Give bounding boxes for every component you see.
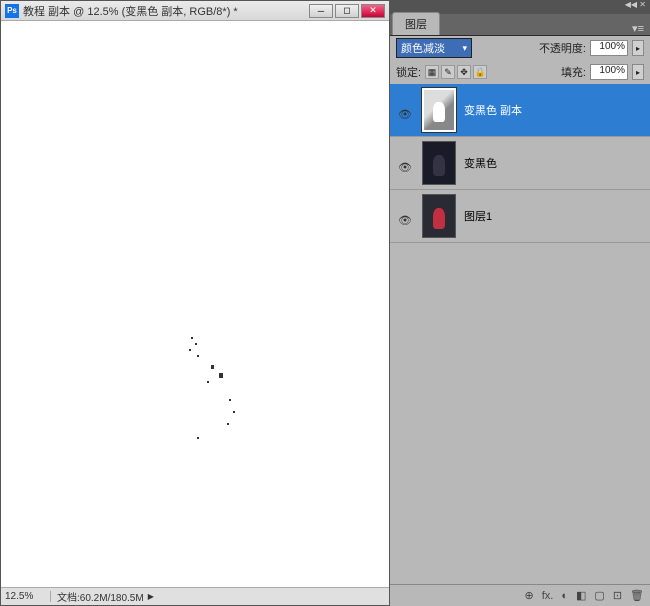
canvas[interactable]	[1, 21, 389, 587]
fill-label: 填充:	[561, 64, 586, 80]
lock-fill-row: 锁定: ▦ ✎ ✥ 🔒 填充: 100% ▸	[390, 60, 650, 84]
lock-all-icon[interactable]: 🔒	[473, 65, 487, 79]
footer-action-icon[interactable]: ⊡	[613, 589, 622, 602]
layers-panel: ◀◀ ✕ 图层 ▾≡ 颜色减淡 不透明度: 100% ▸ 锁定: ▦ ✎ ✥ 🔒…	[390, 0, 650, 606]
ps-icon: Ps	[5, 4, 19, 18]
eye-icon	[398, 105, 412, 115]
lock-icons: ▦ ✎ ✥ 🔒	[425, 65, 487, 79]
document-info[interactable]: 文档:60.2M/180.5M ▶	[51, 589, 160, 604]
document-titlebar[interactable]: Ps 教程 副本 @ 12.5% (变黑色 副本, RGB/8*) * ─ ◻ …	[1, 1, 389, 21]
fill-input[interactable]: 100%	[590, 64, 628, 80]
document-title: 教程 副本 @ 12.5% (变黑色 副本, RGB/8*) *	[23, 3, 309, 19]
close-button[interactable]: ✕	[361, 4, 385, 18]
footer-action-icon[interactable]: ▢	[594, 589, 604, 602]
document-window: Ps 教程 副本 @ 12.5% (变黑色 副本, RGB/8*) * ─ ◻ …	[0, 0, 390, 606]
layer-thumbnail[interactable]	[422, 141, 456, 185]
panel-footer: ⊕ fx. ◐ ◧ ▢ ⊡ 🗑	[390, 584, 650, 606]
visibility-toggle[interactable]	[396, 105, 414, 115]
tab-layers[interactable]: 图层	[392, 12, 440, 35]
layer-row[interactable]: 变黑色 副本	[390, 84, 650, 137]
zoom-input[interactable]: 12.5%	[1, 591, 51, 602]
panel-body: 颜色减淡 不透明度: 100% ▸ 锁定: ▦ ✎ ✥ 🔒 填充: 100% ▸…	[390, 36, 650, 606]
lock-pixels-icon[interactable]: ✎	[441, 65, 455, 79]
window-controls: ─ ◻ ✕	[309, 4, 385, 18]
layer-row[interactable]: 变黑色	[390, 137, 650, 190]
opacity-stepper[interactable]: ▸	[632, 40, 644, 56]
fill-stepper[interactable]: ▸	[632, 64, 644, 80]
panel-menu-icon[interactable]: ▾≡	[626, 22, 650, 35]
layer-thumbnail[interactable]	[422, 88, 456, 132]
document-statusbar: 12.5% 文档:60.2M/180.5M ▶	[1, 587, 389, 605]
visibility-toggle[interactable]	[396, 158, 414, 168]
layer-name[interactable]: 变黑色 副本	[464, 102, 522, 118]
layers-list: 变黑色 副本变黑色图层1	[390, 84, 650, 584]
eye-icon	[398, 158, 412, 168]
lock-label: 锁定:	[396, 64, 421, 80]
info-menu-icon[interactable]: ▶	[148, 592, 154, 601]
opacity-input[interactable]: 100%	[590, 40, 628, 56]
footer-action-icon[interactable]: ◐	[561, 590, 568, 602]
footer-action-icon[interactable]: 🗑	[630, 589, 644, 602]
layer-thumbnail[interactable]	[422, 194, 456, 238]
visibility-toggle[interactable]	[396, 211, 414, 221]
layer-name[interactable]: 图层1	[464, 208, 492, 224]
panel-tabs: 图层 ▾≡	[390, 14, 650, 36]
footer-action-icon[interactable]: ◧	[576, 589, 586, 602]
footer-action-icon[interactable]: fx.	[542, 590, 554, 602]
minimize-button[interactable]: ─	[309, 4, 333, 18]
lock-position-icon[interactable]: ✥	[457, 65, 471, 79]
layer-name[interactable]: 变黑色	[464, 155, 497, 171]
lock-transparency-icon[interactable]: ▦	[425, 65, 439, 79]
opacity-label: 不透明度:	[539, 40, 586, 56]
maximize-button[interactable]: ◻	[335, 4, 359, 18]
layer-row[interactable]: 图层1	[390, 190, 650, 243]
blend-opacity-row: 颜色减淡 不透明度: 100% ▸	[390, 36, 650, 60]
blend-mode-select[interactable]: 颜色减淡	[396, 38, 472, 58]
eye-icon	[398, 211, 412, 221]
footer-action-icon[interactable]: ⊕	[525, 589, 534, 602]
